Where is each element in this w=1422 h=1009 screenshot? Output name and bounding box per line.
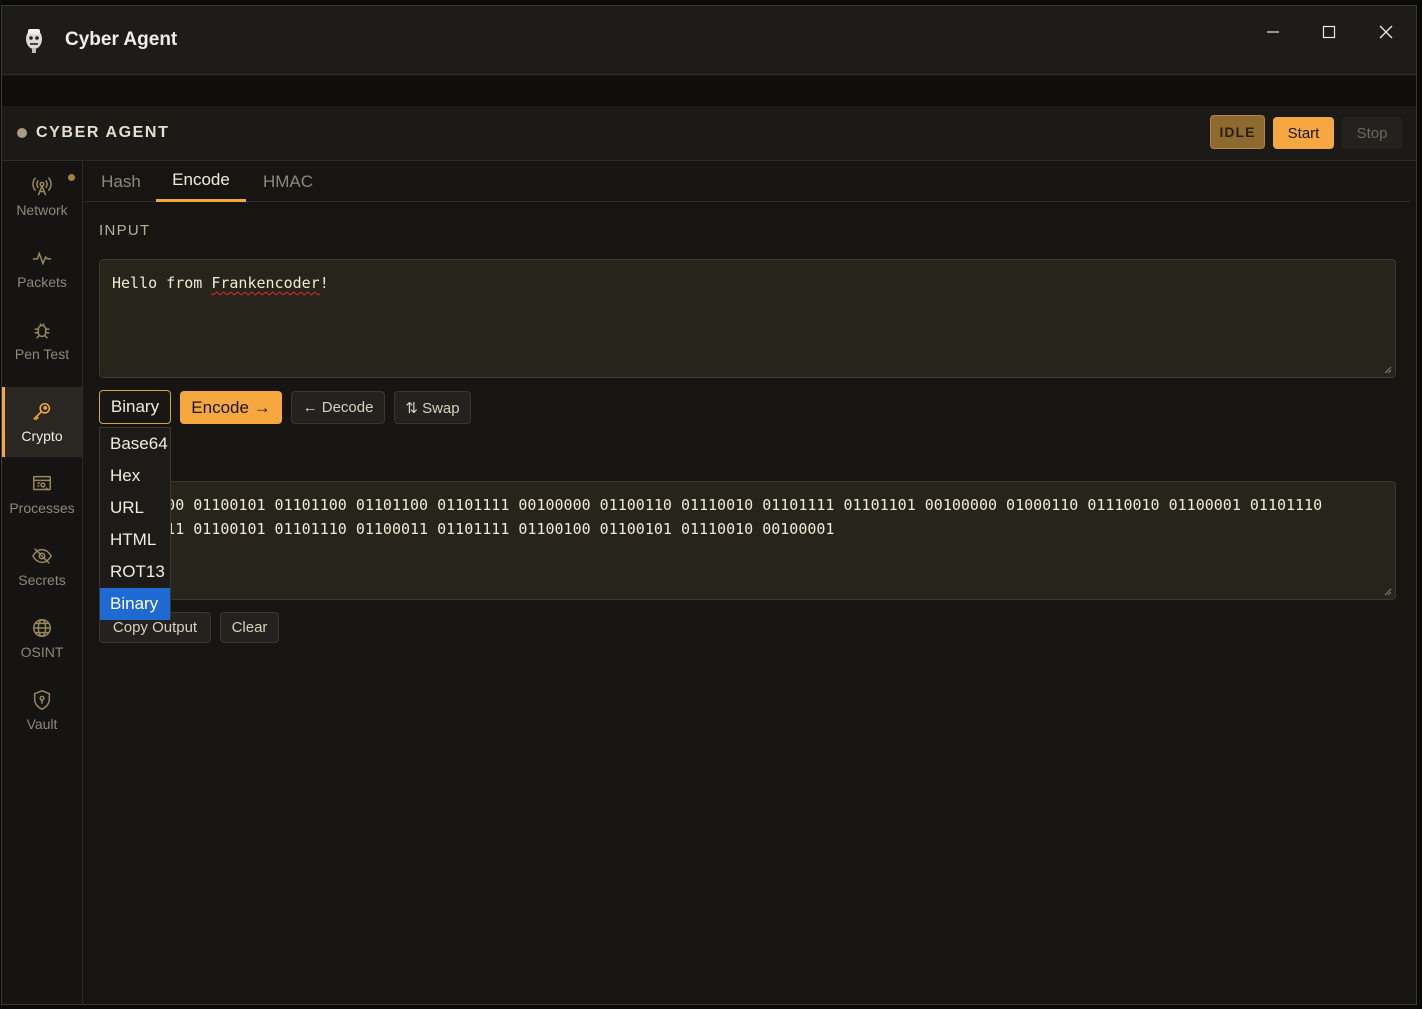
app-header bbox=[2, 106, 1416, 161]
sidebar-item-network[interactable]: Network bbox=[2, 161, 82, 231]
toolbar-strip bbox=[2, 76, 1416, 106]
decode-button[interactable]: ← Decode bbox=[291, 391, 385, 424]
close-icon bbox=[1379, 25, 1393, 39]
output-line: 01001000 01100101 01101100 01101100 0110… bbox=[112, 496, 1323, 514]
sidebar-item-pen-test[interactable]: Pen Test bbox=[2, 305, 82, 375]
shield-icon bbox=[33, 689, 51, 710]
close-button[interactable] bbox=[1364, 16, 1408, 48]
dropdown-option-html[interactable]: HTML bbox=[100, 524, 170, 556]
sidebar-item-label: Crypto bbox=[21, 427, 63, 444]
sidebar-item-label: Processes bbox=[9, 499, 75, 516]
output-line: 01101011 01100101 01101110 01100011 0110… bbox=[112, 520, 835, 538]
sidebar-item-crypto[interactable]: Crypto bbox=[2, 387, 82, 457]
title-bar: Cyber Agent bbox=[2, 6, 1416, 75]
app-window: Cyber Agent CYBER AGENT IDLE Start Stop … bbox=[1, 5, 1417, 1005]
sidebar-item-label: Vault bbox=[26, 715, 58, 732]
output-textarea[interactable]: 01001000 01100101 01101100 01101100 0110… bbox=[99, 481, 1396, 600]
process-icon bbox=[33, 475, 51, 491]
dropdown-option-hex[interactable]: Hex bbox=[100, 460, 170, 492]
input-label: INPUT bbox=[99, 222, 151, 239]
dropdown-option-base64[interactable]: Base64 bbox=[100, 428, 170, 460]
activity-dot bbox=[68, 174, 75, 181]
input-text: Hello from bbox=[112, 274, 212, 292]
sidebar-item-label: Packets bbox=[17, 273, 67, 290]
bug-icon bbox=[34, 322, 50, 339]
input-textarea[interactable]: Hello from Frankencoder! bbox=[99, 259, 1396, 378]
key-icon bbox=[33, 402, 51, 420]
minimize-button[interactable] bbox=[1251, 16, 1295, 48]
resize-grip-icon[interactable] bbox=[1384, 366, 1392, 374]
encoding-dropdown: Base64 Hex URL HTML ROT13 Binary bbox=[99, 427, 171, 620]
encode-button[interactable]: Encode → bbox=[180, 391, 282, 424]
sidebar-item-label: Network bbox=[16, 201, 68, 218]
sidebar-item-label: Secrets bbox=[18, 571, 66, 588]
dropdown-option-binary[interactable]: Binary bbox=[100, 588, 170, 620]
tab-hash[interactable]: Hash bbox=[90, 161, 152, 202]
swap-button[interactable]: ⇅ Swap bbox=[394, 391, 471, 424]
clear-button[interactable]: Clear bbox=[220, 612, 279, 643]
sidebar-item-label: Pen Test bbox=[14, 345, 70, 362]
start-button[interactable]: Start bbox=[1273, 117, 1334, 149]
app-logo-icon bbox=[26, 29, 42, 53]
sidebar-item-osint[interactable]: OSINT bbox=[2, 603, 82, 673]
antenna-icon bbox=[32, 176, 52, 195]
dropdown-option-url[interactable]: URL bbox=[100, 492, 170, 524]
maximize-icon bbox=[1322, 25, 1336, 39]
dropdown-option-rot13[interactable]: ROT13 bbox=[100, 556, 170, 588]
sidebar-item-secrets[interactable]: Secrets bbox=[2, 531, 82, 601]
pulse-icon bbox=[32, 250, 52, 265]
brand-title: CYBER AGENT bbox=[36, 124, 170, 141]
minimize-icon bbox=[1267, 31, 1279, 33]
tab-bar: Hash Encode HMAC bbox=[84, 161, 1410, 202]
tab-hmac[interactable]: HMAC bbox=[254, 161, 322, 202]
sidebar-item-vault[interactable]: Vault bbox=[2, 675, 82, 745]
sidebar-item-label: OSINT bbox=[20, 643, 64, 660]
status-dot bbox=[17, 128, 27, 138]
input-text-suffix: ! bbox=[319, 274, 329, 292]
encoding-select[interactable]: Binary bbox=[99, 390, 171, 424]
globe-icon bbox=[33, 618, 51, 637]
stop-button[interactable]: Stop bbox=[1342, 117, 1402, 149]
eye-off-icon bbox=[31, 547, 53, 564]
sidebar-item-processes[interactable]: Processes bbox=[2, 459, 82, 529]
tab-encode[interactable]: Encode bbox=[156, 161, 246, 202]
sidebar-item-packets[interactable]: Packets bbox=[2, 233, 82, 303]
status-badge: IDLE bbox=[1210, 115, 1265, 149]
resize-grip-icon[interactable] bbox=[1384, 588, 1392, 596]
misspelled-word: Frankencoder bbox=[211, 274, 320, 292]
maximize-button[interactable] bbox=[1307, 16, 1351, 48]
sidebar: Network Packets Pen Test Crypto Processe… bbox=[2, 161, 83, 1004]
window-title: Cyber Agent bbox=[65, 29, 178, 50]
